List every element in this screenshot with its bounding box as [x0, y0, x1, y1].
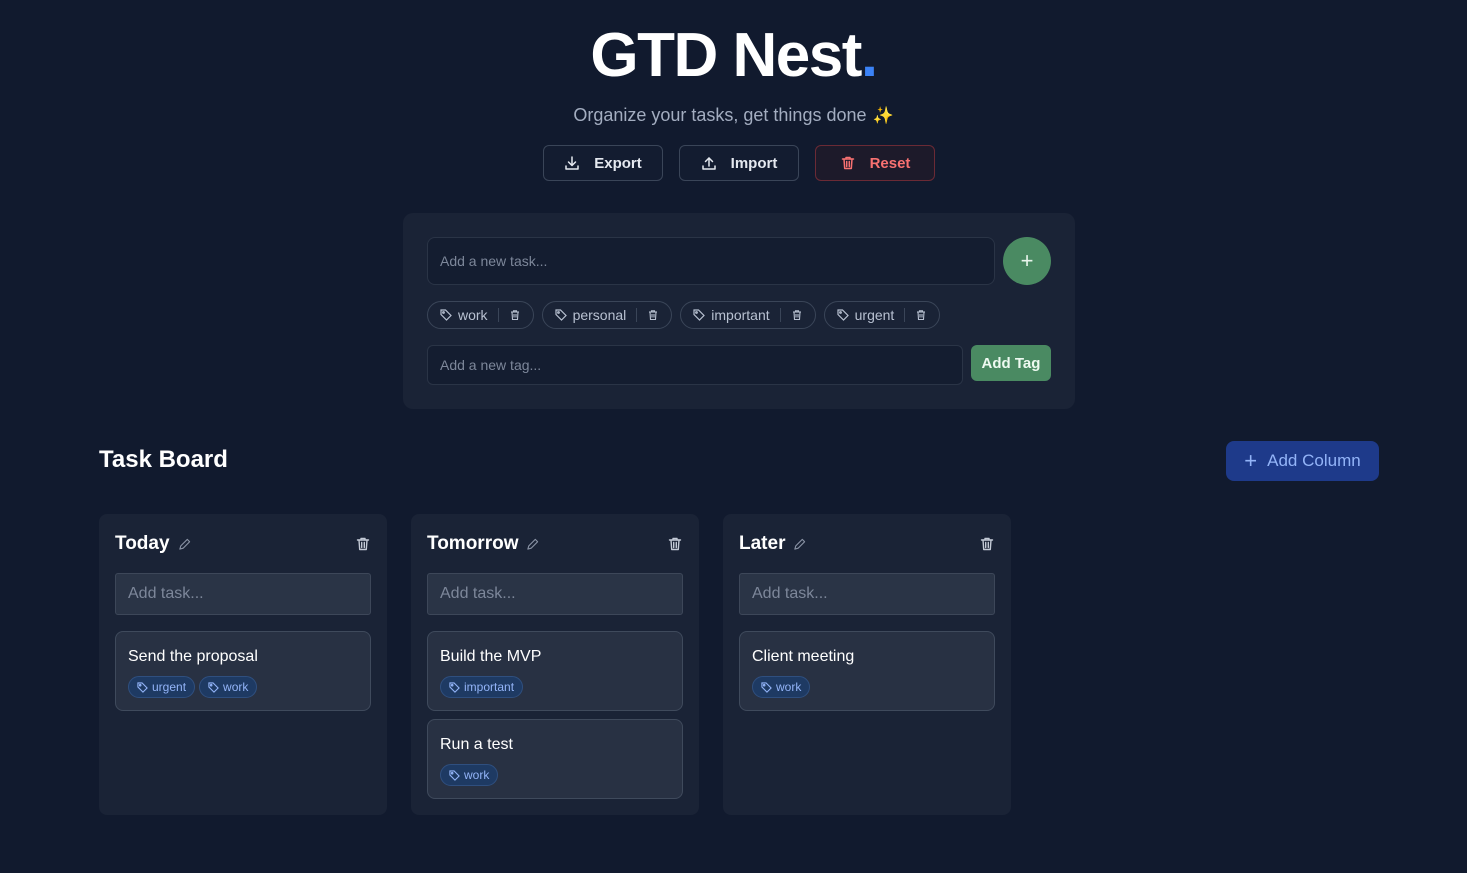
- task-tags: work: [752, 676, 811, 698]
- new-tag-input[interactable]: [427, 345, 963, 385]
- task-tag-label: work: [776, 680, 802, 694]
- task-tags: important: [440, 676, 524, 698]
- task-card[interactable]: Build the MVP important: [427, 631, 683, 711]
- column-add-task-input[interactable]: [739, 573, 995, 615]
- app-root: GTD Nest. Organize your tasks, get thing…: [0, 0, 1467, 873]
- app-title: GTD Nest.: [0, 20, 1467, 92]
- app-subtitle: Organize your tasks, get things done ✨: [0, 103, 1467, 128]
- tag-chip-personal[interactable]: personal: [541, 301, 673, 329]
- task-title: Send the proposal: [128, 648, 258, 665]
- tag-chip-label: urgent: [854, 307, 895, 323]
- delete-column-icon[interactable]: [979, 536, 995, 552]
- export-button[interactable]: Export: [543, 145, 663, 181]
- tag-icon: [761, 681, 772, 693]
- sparkle-icon: ✨: [872, 106, 894, 125]
- tag-icon: [449, 681, 460, 693]
- delete-tag-icon[interactable]: [647, 309, 659, 321]
- task-title: Client meeting: [752, 648, 855, 665]
- reset-button[interactable]: Reset: [815, 145, 935, 181]
- export-label: Export: [594, 154, 642, 172]
- app-subtitle-text: Organize your tasks, get things done: [573, 105, 867, 125]
- tag-icon: [449, 769, 460, 781]
- task-tag-label: important: [464, 680, 515, 694]
- tag-icon: [554, 309, 567, 321]
- column-header: Today: [115, 532, 371, 556]
- column-header: Tomorrow: [427, 532, 683, 556]
- task-tag: work: [440, 764, 499, 786]
- column-later: Later Client meeting work: [723, 514, 1011, 815]
- tag-chip-work[interactable]: work: [427, 301, 534, 329]
- reset-label: Reset: [869, 154, 911, 172]
- top-actions: Export Import Reset: [543, 145, 935, 181]
- task-composer: + work personal important: [403, 213, 1075, 409]
- task-tags: urgent work: [128, 676, 258, 698]
- column-title: Later: [739, 533, 786, 554]
- upload-icon: [701, 157, 716, 170]
- tag-icon: [837, 309, 849, 321]
- task-tags: work: [440, 764, 499, 786]
- edit-pencil-icon[interactable]: [526, 538, 539, 551]
- app-title-text: GTD Nest: [590, 21, 862, 90]
- task-card[interactable]: Client meeting work: [739, 631, 995, 711]
- divider: [636, 308, 638, 322]
- task-tag: work: [199, 676, 258, 698]
- task-tag-label: work: [464, 768, 490, 782]
- column-title: Today: [115, 533, 170, 554]
- divider: [779, 308, 781, 322]
- tag-chip-label: work: [458, 307, 488, 323]
- trash-icon: [841, 156, 854, 170]
- import-label: Import: [730, 154, 778, 172]
- tag-chip-urgent[interactable]: urgent: [823, 301, 941, 329]
- column-header: Later: [739, 532, 995, 556]
- tag-list: work personal important urgent: [427, 301, 941, 329]
- task-title: Run a test: [440, 736, 513, 753]
- task-card[interactable]: Send the proposal urgent work: [115, 631, 371, 711]
- new-task-input[interactable]: [427, 237, 995, 285]
- edit-pencil-icon[interactable]: [793, 538, 806, 551]
- tag-chip-label: important: [711, 307, 770, 323]
- task-tag-label: work: [223, 680, 249, 694]
- tag-chip-important[interactable]: important: [680, 301, 816, 329]
- edit-pencil-icon[interactable]: [178, 538, 191, 551]
- task-card[interactable]: Run a test work: [427, 719, 683, 799]
- tag-icon: [208, 681, 219, 693]
- delete-column-icon[interactable]: [667, 536, 683, 552]
- divider: [904, 308, 906, 322]
- divider: [497, 308, 499, 322]
- delete-column-icon[interactable]: [355, 536, 371, 552]
- task-tag-label: urgent: [152, 680, 187, 694]
- column-today: Today Send the proposal urgent work: [99, 514, 387, 815]
- import-button[interactable]: Import: [679, 145, 799, 181]
- download-icon: [565, 156, 579, 170]
- task-tag: urgent: [128, 676, 196, 698]
- delete-tag-icon[interactable]: [509, 309, 521, 321]
- column-add-task-input[interactable]: [427, 573, 683, 615]
- column-title: Tomorrow: [427, 533, 519, 554]
- tag-icon: [137, 681, 148, 693]
- tag-chip-label: personal: [572, 307, 627, 323]
- app-title-dot: .: [860, 21, 878, 90]
- board-title: Task Board: [99, 446, 228, 473]
- add-task-button[interactable]: +: [1003, 237, 1051, 285]
- add-column-button[interactable]: + Add Column: [1226, 441, 1379, 481]
- delete-tag-icon[interactable]: [915, 309, 927, 321]
- tag-icon: [693, 309, 706, 321]
- delete-tag-icon[interactable]: [791, 309, 803, 321]
- add-tag-button[interactable]: Add Tag: [971, 345, 1051, 381]
- plus-icon: +: [1244, 448, 1258, 473]
- task-title: Build the MVP: [440, 648, 542, 665]
- column-add-task-input[interactable]: [115, 573, 371, 615]
- task-tag: important: [440, 676, 524, 698]
- tag-icon: [440, 309, 452, 321]
- task-tag: work: [752, 676, 811, 698]
- column-tomorrow: Tomorrow Build the MVP important Run a t…: [411, 514, 699, 815]
- add-column-label: Add Column: [1267, 451, 1361, 470]
